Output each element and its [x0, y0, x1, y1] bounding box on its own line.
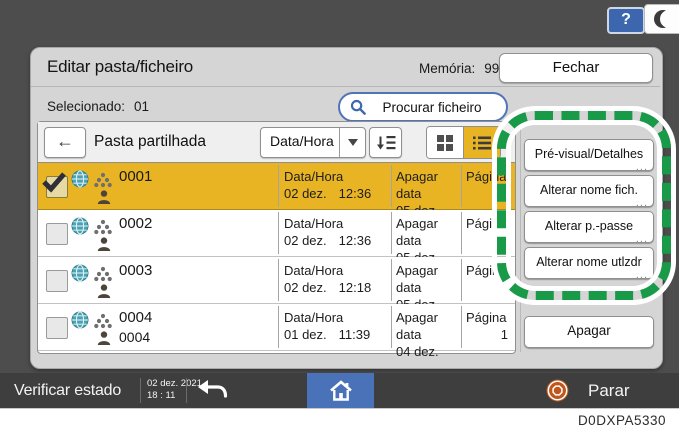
user-icon	[97, 190, 111, 204]
undo-arrow-icon	[198, 380, 228, 398]
document-code: D0DXPA5330	[577, 413, 666, 428]
footer-strip: D0DXPA5330	[0, 408, 679, 431]
user-icon	[97, 237, 111, 251]
shared-network-icon	[94, 313, 112, 329]
folder-name: Pasta partilhada	[94, 133, 207, 150]
datetime: 02 dez. 2021 18 : 11	[147, 378, 202, 402]
check-status-button[interactable]: Verificar estado	[14, 373, 121, 408]
shared-network-icon	[94, 172, 112, 188]
checkbox[interactable]	[46, 317, 68, 339]
selected-label: Selecionado:	[47, 99, 126, 114]
highlight-annotation	[497, 111, 671, 300]
back-undo-button[interactable]	[196, 379, 228, 406]
stop-icon[interactable]	[546, 379, 569, 407]
divider	[186, 378, 187, 403]
help-button[interactable]: ?	[607, 7, 645, 34]
user-icon	[97, 331, 111, 345]
file-name: 0001	[119, 168, 153, 185]
file-list: ← Pasta partilhada Data/Hora 0001 Data/H…	[37, 121, 516, 359]
chevron-down-icon	[347, 139, 358, 146]
shared-network-icon	[94, 266, 112, 282]
file-name: 0004	[119, 309, 153, 326]
file-row-0002[interactable]: 0002 Data/Hora 02 dez. 12:36 Apagar data …	[38, 210, 515, 265]
checkbox[interactable]	[46, 223, 68, 245]
home-button[interactable]	[307, 373, 374, 408]
memory-indicator: Memória: 99%	[419, 61, 511, 76]
date-cell: Data/Hora 02 dez. 12:18	[284, 263, 372, 295]
file-rows: 0001 Data/Hora 02 dez. 12:36 Apagar data …	[38, 163, 515, 359]
file-row-0004[interactable]: 0004 0004 Data/Hora 01 dez. 11:39 Apagar …	[38, 304, 515, 359]
grid-view-icon	[437, 134, 453, 151]
selected-count: 01	[134, 99, 150, 114]
date-cell: Data/Hora 02 dez. 12:36	[284, 216, 372, 248]
home-icon	[329, 380, 352, 401]
globe-icon	[71, 170, 89, 188]
pages-cell: Página 1	[466, 310, 508, 342]
page-title: Editar pasta/ficheiro	[47, 57, 194, 76]
user-icon	[97, 284, 111, 298]
list-view-icon	[473, 136, 491, 149]
time-value: 18 : 11	[147, 390, 176, 401]
dropdown-caret[interactable]	[339, 128, 365, 157]
energy-saver-button[interactable]	[644, 4, 679, 34]
device-screen: ? Editar pasta/ficheiro Memória: 99% Fech…	[0, 0, 679, 431]
thumbnail-view-button[interactable]	[427, 127, 463, 158]
memory-label: Memória:	[419, 61, 476, 76]
list-view-button[interactable]	[463, 127, 500, 158]
delete-button[interactable]: Apagar	[524, 316, 654, 348]
checkbox[interactable]	[46, 270, 68, 292]
shared-network-icon	[94, 219, 112, 235]
globe-icon	[71, 311, 89, 329]
date-cell: Data/Hora 02 dez. 12:36	[284, 169, 372, 201]
globe-icon	[71, 264, 89, 282]
sort-order-button[interactable]	[369, 127, 402, 158]
bottom-bar: Verificar estado 02 dez. 2021 18 : 11 Pa…	[0, 373, 679, 408]
globe-icon	[71, 217, 89, 235]
search-label: Procurar ficheiro	[382, 99, 482, 115]
divider	[140, 378, 141, 403]
delete-date-cell: Apagar data 04 dez.	[396, 310, 439, 359]
sort-descending-icon	[376, 135, 395, 149]
back-button[interactable]: ←	[44, 127, 86, 158]
date-cell: Data/Hora 01 dez. 11:39	[284, 310, 371, 342]
close-button[interactable]: Fechar	[499, 53, 653, 83]
view-toggle	[426, 126, 501, 159]
file-name: 0003	[119, 262, 153, 279]
sort-by-dropdown[interactable]: Data/Hora	[260, 127, 366, 158]
sort-by-value: Data/Hora	[270, 133, 334, 149]
search-file-button[interactable]: Procurar ficheiro	[338, 92, 508, 122]
back-arrow-icon: ←	[56, 131, 74, 151]
moon-icon	[654, 10, 672, 28]
file-name: 0002	[119, 215, 153, 232]
file-row-0003[interactable]: 0003 Data/Hora 02 dez. 12:18 Apagar data …	[38, 257, 515, 312]
search-icon	[350, 99, 366, 115]
date-value: 02 dez. 2021	[147, 378, 202, 389]
file-row-0001[interactable]: 0001 Data/Hora 02 dez. 12:36 Apagar data …	[38, 163, 515, 218]
list-toolbar: ← Pasta partilhada Data/Hora	[38, 122, 515, 163]
title-divider	[31, 86, 660, 87]
stop-button[interactable]: Parar	[588, 373, 630, 408]
file-owner: 0004	[119, 329, 151, 345]
check-icon	[42, 172, 66, 193]
